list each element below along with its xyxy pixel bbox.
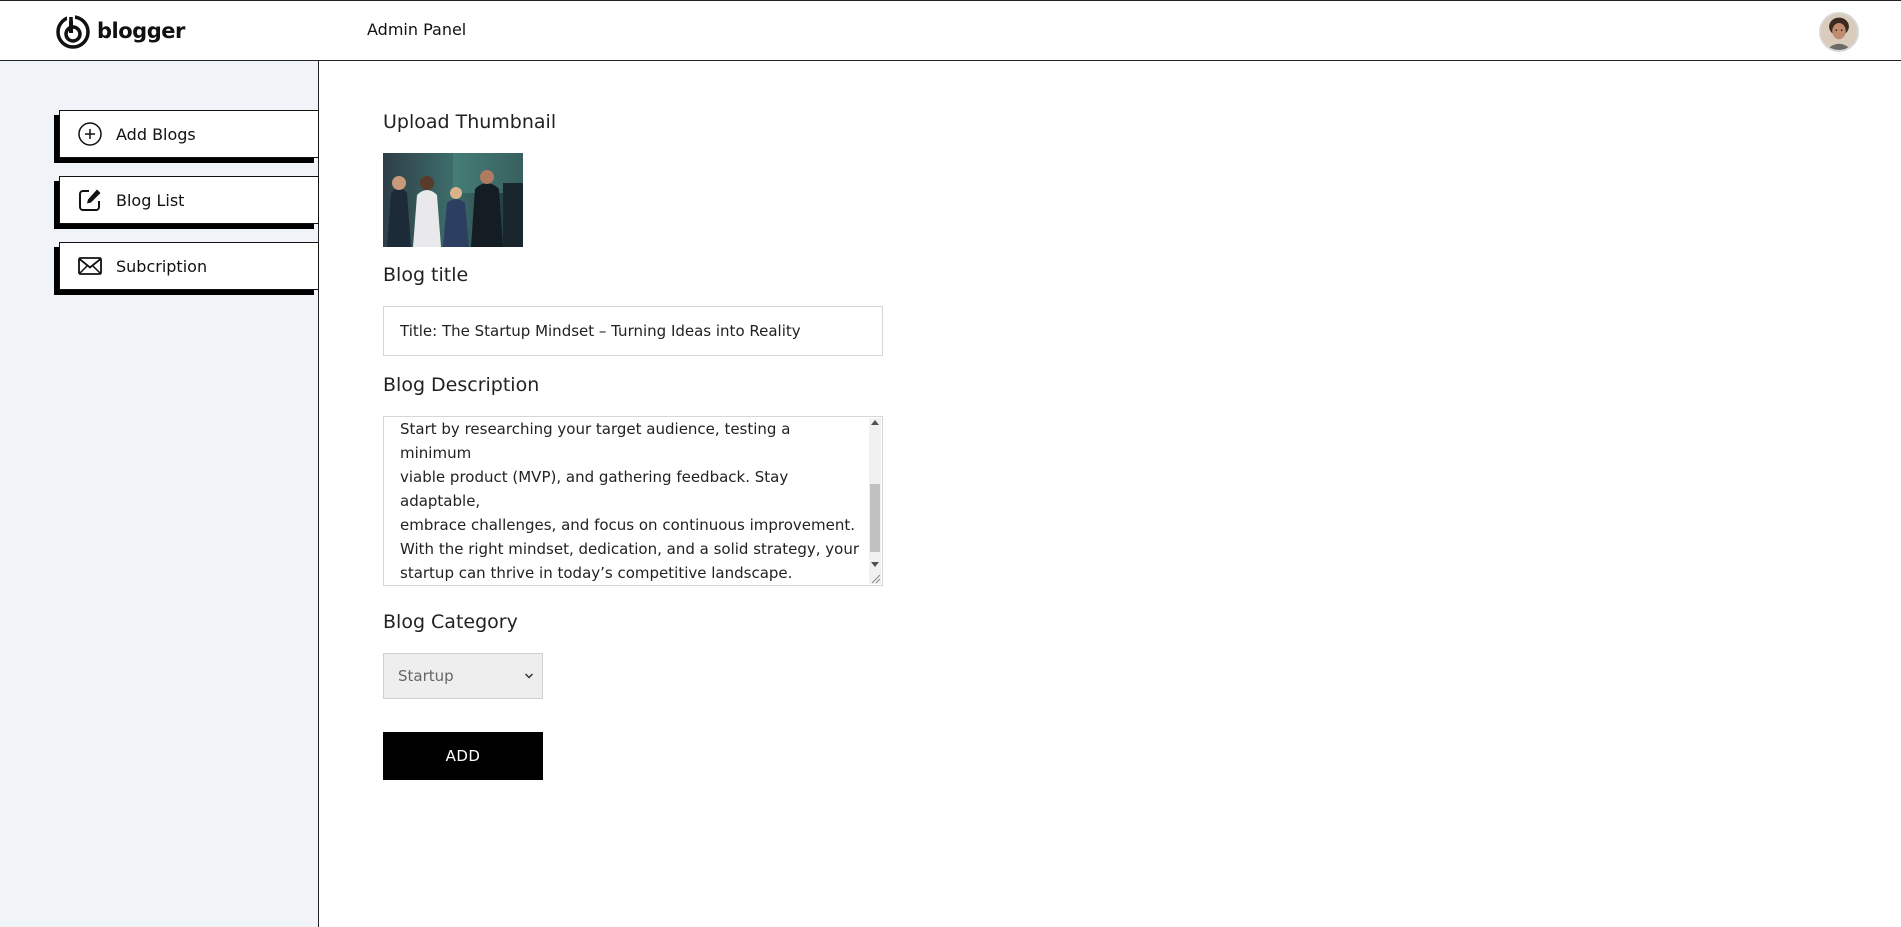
chevron-down-icon (524, 673, 534, 679)
edit-square-icon (76, 186, 104, 214)
sidebar-item-label: Subcription (116, 256, 208, 276)
resize-grip-icon[interactable] (869, 572, 881, 584)
thumbnail-label: Upload Thumbnail (383, 111, 557, 133)
blog-title-input[interactable] (383, 306, 883, 356)
description-scrollbar[interactable] (869, 418, 881, 584)
user-avatar[interactable] (1819, 12, 1859, 52)
envelope-icon (76, 252, 104, 280)
sidebar-nav: Add Blogs Blog List Subcription (0, 110, 319, 308)
blog-description-textarea[interactable]: Start by researching your target audienc… (383, 416, 883, 586)
category-selected-value: Startup (398, 667, 454, 685)
sidebar-item-label: Blog List (116, 190, 185, 210)
blog-title-label: Blog title (383, 264, 469, 286)
avatar-icon (1821, 14, 1857, 50)
blog-category-select[interactable]: Startup (383, 653, 543, 699)
sidebar: blogger Add Blogs Blog List Subcription (0, 0, 319, 927)
top-bar: Admin Panel (319, 0, 1901, 61)
sidebar-item-blog-list[interactable]: Blog List (59, 176, 319, 224)
logo[interactable]: blogger (0, 0, 319, 61)
blog-description-label: Blog Description (383, 374, 540, 396)
thumbnail-image (383, 153, 523, 247)
page-title: Admin Panel (367, 20, 467, 39)
brand-name: blogger (97, 18, 185, 43)
blogger-logo-icon (56, 14, 90, 49)
plus-circle-icon (76, 120, 104, 148)
scroll-thumb[interactable] (870, 484, 880, 552)
thumbnail-upload[interactable] (383, 153, 523, 247)
sidebar-item-label: Add Blogs (116, 124, 196, 144)
add-button[interactable]: ADD (383, 732, 543, 780)
sidebar-item-subcription[interactable]: Subcription (59, 242, 319, 290)
blog-description-text: Start by researching your target audienc… (400, 420, 860, 582)
scroll-up-arrow-icon[interactable] (871, 420, 879, 425)
sidebar-item-add-blogs[interactable]: Add Blogs (59, 110, 319, 158)
scroll-down-arrow-icon[interactable] (871, 562, 879, 567)
blog-category-label: Blog Category (383, 611, 518, 633)
